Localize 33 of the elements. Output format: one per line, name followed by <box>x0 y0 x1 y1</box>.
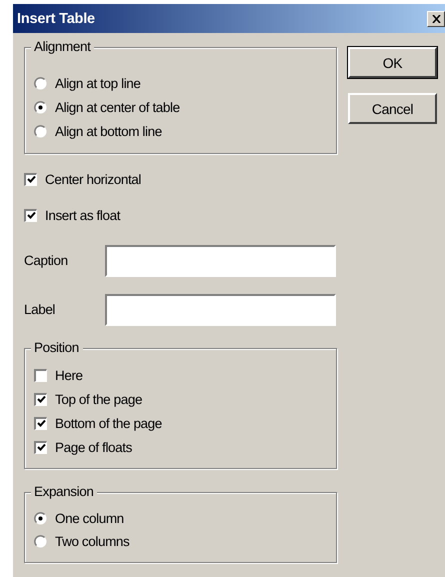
checked-checkbox[interactable] <box>34 440 47 454</box>
selected-radio-button[interactable] <box>34 512 47 525</box>
option-label[interactable]: Center horizontal <box>45 172 142 186</box>
option-label[interactable]: Page of floats <box>55 440 132 454</box>
dialog-button[interactable]: OK <box>348 47 437 78</box>
window-title: Insert Table <box>17 10 95 26</box>
radio-button[interactable] <box>34 535 47 548</box>
dialog-button[interactable]: Cancel <box>348 93 437 124</box>
radio-button[interactable] <box>34 124 47 138</box>
group-title: Expansion <box>31 484 98 500</box>
text-field[interactable] <box>105 294 336 326</box>
checked-checkbox[interactable] <box>34 416 47 430</box>
option-label[interactable]: Here <box>55 368 83 382</box>
checked-checkbox[interactable] <box>34 392 47 406</box>
close-button[interactable] <box>427 10 445 26</box>
group-title: Alignment <box>31 39 94 55</box>
option-label[interactable]: Align at bottom line <box>55 124 162 138</box>
checked-checkbox[interactable] <box>24 208 37 222</box>
checked-checkbox[interactable] <box>24 172 37 186</box>
checkbox[interactable] <box>34 368 47 382</box>
option-label[interactable]: Two columns <box>55 534 130 549</box>
option-label[interactable]: Align at top line <box>55 76 141 90</box>
radio-button[interactable] <box>34 76 47 90</box>
close-icon <box>432 14 440 22</box>
option-label[interactable]: One column <box>55 511 124 526</box>
option-label[interactable]: Top of the page <box>55 392 142 406</box>
option-label[interactable]: Align at center of table <box>55 100 180 114</box>
field-label: Label <box>24 302 56 317</box>
option-label[interactable]: Bottom of the page <box>55 416 162 430</box>
option-label[interactable]: Insert as float <box>45 208 120 222</box>
text-field[interactable] <box>105 244 336 276</box>
selected-radio-button[interactable] <box>34 100 47 114</box>
field-label: Caption <box>24 253 69 268</box>
